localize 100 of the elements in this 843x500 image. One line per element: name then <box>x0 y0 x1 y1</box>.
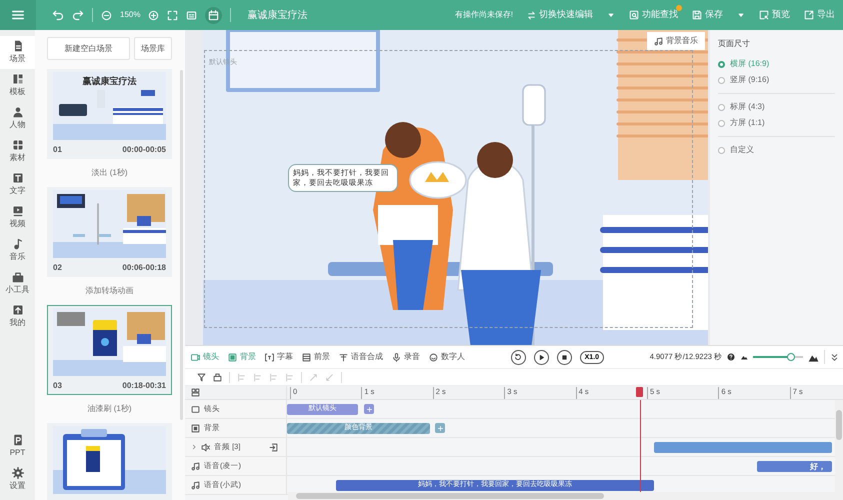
ppt-icon <box>12 434 24 446</box>
plus-icon <box>436 424 444 432</box>
layer-up-icon[interactable] <box>309 372 318 382</box>
calendar-icon[interactable] <box>208 10 220 20</box>
horizontal-scrollbar[interactable] <box>288 492 835 500</box>
video-icon <box>12 205 24 217</box>
fullscreen-icon[interactable] <box>167 10 178 20</box>
track-tool-button[interactable]: 录音 <box>392 351 420 363</box>
layout-icon <box>12 73 24 85</box>
scene-library-button[interactable]: 场景库 <box>134 37 172 60</box>
group-icon[interactable] <box>213 372 222 382</box>
sidebar-item[interactable]: 视频 <box>0 201 35 234</box>
track-tool-button[interactable]: 字幕 <box>265 351 293 363</box>
sidebar-item[interactable]: 设置 <box>0 463 35 496</box>
sidebar-item[interactable]: 场景 <box>0 36 35 69</box>
new-scene-button[interactable]: 新建空白场景 <box>47 37 130 60</box>
replay-icon <box>514 353 522 361</box>
sidebar-item[interactable]: 我的 <box>0 300 35 333</box>
option-label[interactable]: 标屏 (4:3) <box>730 101 765 113</box>
text-icon <box>12 172 24 184</box>
slider-thumb[interactable] <box>786 353 794 361</box>
speech-icon <box>339 352 348 362</box>
scene-card[interactable] <box>47 423 172 500</box>
layer-down-icon[interactable] <box>325 372 334 382</box>
sidebar-item[interactable]: 小工具 <box>0 267 35 300</box>
import-icon[interactable] <box>269 442 278 452</box>
track-tool-button[interactable]: 语音合成 <box>339 351 383 363</box>
add-clip-button[interactable] <box>364 404 374 414</box>
caret-icon[interactable] <box>607 11 615 19</box>
menu-icon[interactable] <box>11 8 25 22</box>
align-right-icon[interactable] <box>269 372 278 382</box>
collapse-icon[interactable] <box>830 352 839 362</box>
transition-label[interactable]: 淡出 (1秒) <box>92 167 128 179</box>
upload-icon <box>12 304 24 316</box>
scene-card[interactable]: 赢诚康宝疗法 01 00:00-00:05 <box>47 69 172 159</box>
radio-button[interactable] <box>718 120 725 126</box>
audio-clip[interactable] <box>654 442 832 453</box>
sidebar-item[interactable]: 音乐 <box>0 234 35 267</box>
caret-icon[interactable] <box>737 11 745 19</box>
plus-icon <box>366 406 372 412</box>
playhead-handle[interactable] <box>636 387 643 397</box>
scene-card[interactable]: 03 00:18-00:31 <box>47 305 172 395</box>
stop-icon <box>560 354 568 360</box>
audio-clip[interactable]: 好， <box>757 461 832 472</box>
chevron-right-icon[interactable] <box>191 444 197 450</box>
panel-title: 页面尺寸 <box>718 38 751 50</box>
sidebar-item[interactable]: 文字 <box>0 168 35 201</box>
tracks-icon[interactable] <box>191 388 200 397</box>
align-center-icon[interactable] <box>253 372 262 382</box>
distribute-icon[interactable] <box>285 372 294 382</box>
scene-card[interactable]: 02 00:06-00:18 <box>47 187 172 277</box>
sidebar-item[interactable]: 模板 <box>0 69 35 102</box>
subtitle-icon <box>265 352 274 362</box>
option-label[interactable]: 方屏 (1:1) <box>730 117 765 129</box>
help-icon[interactable] <box>727 353 735 361</box>
audio-icon <box>201 442 210 452</box>
grid-icon <box>12 139 24 151</box>
camera-frame-icon <box>191 404 200 414</box>
play-icon <box>538 354 545 360</box>
radio-button[interactable] <box>718 76 725 84</box>
foreground-icon <box>302 352 311 362</box>
zoom-out-icon[interactable] <box>101 10 112 20</box>
swap-icon <box>527 10 536 20</box>
filter-icon[interactable] <box>197 372 206 382</box>
sidebar-item[interactable]: PPT <box>0 430 35 463</box>
toolbox-icon <box>12 271 24 283</box>
settings-icon <box>12 467 24 479</box>
scene-time: 00:18-00:31 <box>122 380 166 392</box>
track-tool-button[interactable]: 前景 <box>302 351 330 363</box>
play-button[interactable] <box>534 350 549 364</box>
align-left-icon[interactable] <box>237 372 246 382</box>
add-clip-button[interactable] <box>435 423 445 433</box>
stop-button[interactable] <box>556 350 572 364</box>
background-music-button[interactable]: 背景音乐 <box>647 32 705 50</box>
redo-icon[interactable] <box>72 9 84 21</box>
subtitle-icon[interactable] <box>186 10 198 20</box>
track-tool-button[interactable]: 数字人 <box>429 351 465 363</box>
background-icon <box>191 424 200 432</box>
radio-button[interactable] <box>718 60 725 68</box>
camera-frame-icon <box>191 352 200 362</box>
scene-number: 02 <box>53 262 62 274</box>
radio-button[interactable] <box>718 146 725 154</box>
microphone-icon <box>392 352 401 362</box>
thumbnail-title: 赢诚康宝疗法 <box>82 75 136 88</box>
vertical-scrollbar[interactable] <box>835 400 843 500</box>
transition-label[interactable]: 添加转场动画 <box>86 285 134 297</box>
export-icon <box>804 10 814 20</box>
zoom-level: 150% <box>120 9 140 21</box>
option-label[interactable]: 竖屏 (9:16) <box>730 74 770 86</box>
transition-label[interactable]: 油漆刷 (1秒) <box>88 403 132 415</box>
zoom-in-icon[interactable] <box>148 10 160 20</box>
replay-button[interactable] <box>510 350 526 364</box>
undo-icon[interactable] <box>52 9 64 21</box>
option-label[interactable]: 自定义 <box>730 144 754 156</box>
radio-button[interactable] <box>718 104 725 110</box>
sidebar-item[interactable]: 人物 <box>0 102 35 135</box>
music-note-icon <box>191 462 200 470</box>
sidebar-item[interactable]: 素材 <box>0 135 35 168</box>
scene-time: 00:06-00:18 <box>122 262 166 274</box>
music-note-icon <box>654 36 663 46</box>
